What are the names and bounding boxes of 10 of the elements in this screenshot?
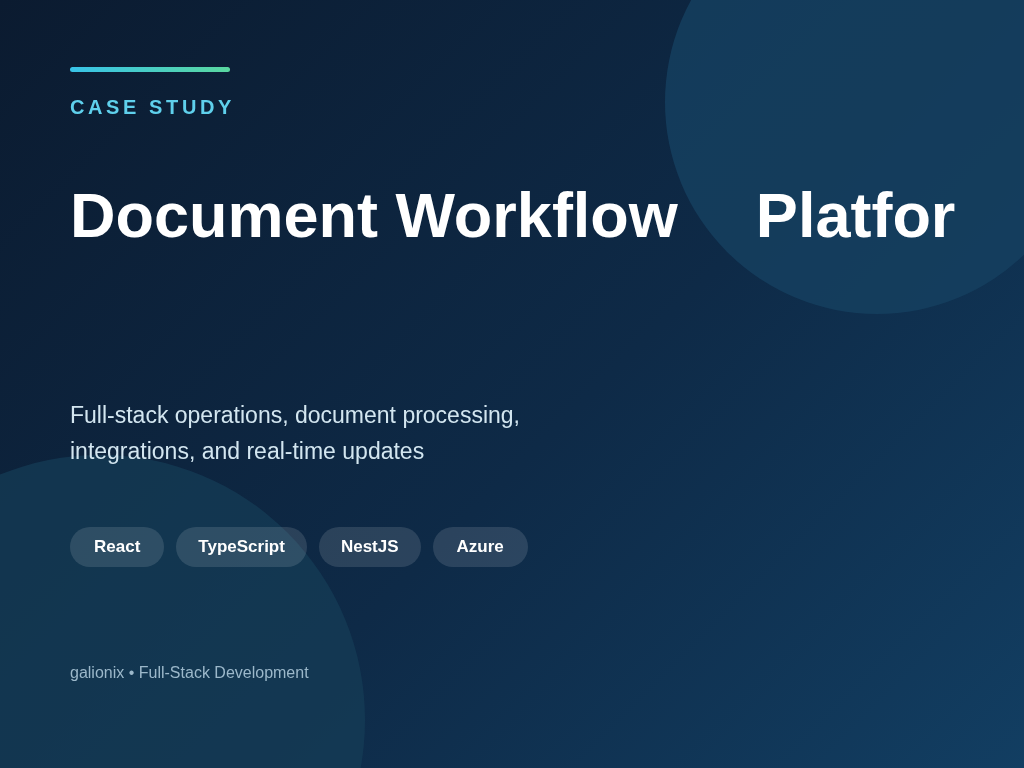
eyebrow-label: CASE STUDY — [70, 95, 235, 119]
subtitle-text: Full-stack operations, document processing, — [70, 401, 520, 430]
page-title: Platfor — [755, 179, 956, 251]
page-title: Document Workflow — [70, 179, 678, 251]
subtitle-text: integrations, and real-time updates — [70, 437, 425, 466]
tech-tag: Azure — [432, 527, 528, 567]
tech-tag: React — [70, 527, 165, 567]
tech-tag: TypeScript — [176, 527, 307, 567]
footer-text: galionix • Full-Stack Development — [70, 663, 309, 683]
tech-tag: NestJS — [318, 527, 421, 567]
